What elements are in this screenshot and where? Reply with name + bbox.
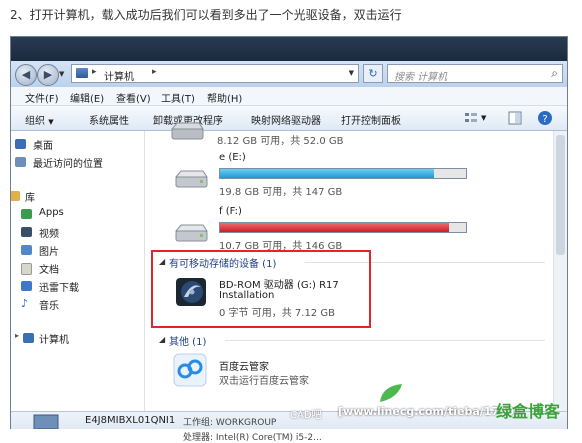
picture-icon: [21, 245, 32, 255]
baidu-cloud-name[interactable]: 百度云管家: [219, 358, 269, 373]
drive-e-usage-fill: [220, 169, 435, 178]
vertical-scrollbar[interactable]: [553, 131, 567, 411]
leaf-logo-icon: [380, 384, 402, 402]
drive-e-space: 19.8 GB 可用，共 147 GB: [219, 187, 343, 198]
highlight-box: [151, 250, 371, 328]
refresh-button[interactable]: ↻: [363, 64, 383, 83]
system-properties-button[interactable]: 系统属性: [89, 112, 129, 127]
nav-apps[interactable]: Apps: [39, 207, 64, 218]
history-dropdown-icon[interactable]: ▼: [59, 70, 64, 78]
desktop-icon: [15, 139, 26, 149]
explorer-window: ◀ ▶ ▼ ▸ 计算机 ▸ ▼ ↻ 搜索 计算机 ⌕ 文件(F) 编辑(E) 查…: [10, 36, 568, 429]
hard-drive-icon[interactable]: [173, 223, 209, 245]
menu-tools[interactable]: 工具(T): [161, 90, 195, 105]
organize-button[interactable]: 组织 ▼: [25, 112, 54, 127]
music-icon: ♪: [21, 297, 29, 310]
workgroup: 工作组: WORKGROUP: [183, 418, 277, 428]
group-collapse-icon[interactable]: ◢: [159, 335, 165, 344]
brand-watermark: 绿盒博客: [496, 402, 561, 421]
menu-edit[interactable]: 编辑(E): [70, 90, 104, 105]
map-network-drive-button[interactable]: 映射网络驱动器: [251, 112, 321, 127]
hard-drive-icon: [170, 122, 204, 140]
nav-videos[interactable]: 视频: [39, 225, 59, 240]
chevron-right-icon[interactable]: ▸: [152, 67, 157, 77]
expand-icon[interactable]: ▸: [15, 331, 19, 340]
nav-music[interactable]: 音乐: [39, 297, 59, 312]
library-icon: [11, 191, 20, 201]
help-icon[interactable]: ?: [537, 110, 553, 126]
baidu-cloud-icon[interactable]: [173, 353, 207, 387]
document-icon: [21, 263, 32, 275]
menu-view[interactable]: 查看(V): [116, 90, 151, 105]
hard-drive-icon[interactable]: [173, 169, 209, 191]
drive-e-name[interactable]: e (E:): [219, 152, 246, 163]
drive-d-space: 8.12 GB 可用，共 52.0 GB: [217, 136, 344, 147]
preview-pane-icon[interactable]: [507, 110, 523, 126]
drive-f-usage-fill: [220, 223, 449, 232]
url-watermark: [www.linecg.com/tieba/1799]: [338, 405, 520, 418]
drive-e-usage-bar: [219, 168, 467, 179]
other-group-header[interactable]: 其他 (1): [169, 333, 206, 348]
nav-desktop[interactable]: 桌面: [33, 137, 53, 152]
breadcrumb-computer[interactable]: 计算机: [104, 68, 134, 83]
group-divider: [225, 340, 545, 341]
thunder-download-icon: [21, 281, 32, 291]
processor-info: 处理器: Intel(R) Core(TM) i5-2...: [183, 433, 322, 443]
video-icon: [21, 227, 32, 237]
forward-button[interactable]: ▶: [37, 64, 59, 86]
nav-thunder[interactable]: 迅雷下载: [39, 279, 79, 294]
nav-recent[interactable]: 最近访问的位置: [33, 155, 103, 170]
navigation-pane: 桌面 最近访问的位置 库 Apps 视频 图片 文档 迅雷下载 ♪ 音乐 ▸ 计…: [11, 131, 145, 429]
drive-f-usage-bar: [219, 222, 467, 233]
menu-file[interactable]: 文件(F): [25, 90, 59, 105]
scrollbar-thumb[interactable]: [556, 135, 565, 255]
apps-icon: [21, 209, 32, 219]
menu-bar: 文件(F) 编辑(E) 查看(V) 工具(T) 帮助(H): [11, 87, 567, 106]
instruction-caption: 2、打开计算机，载入成功后我们可以看到多出了一个光驱设备，双击运行: [10, 8, 402, 22]
drive-f-name[interactable]: f (F:): [219, 206, 242, 217]
address-row: ◀ ▶ ▼ ▸ 计算机 ▸ ▼ ↻ 搜索 计算机 ⌕: [11, 61, 567, 87]
computer-icon: [76, 68, 88, 78]
open-control-panel-button[interactable]: 打开控制面板: [341, 112, 401, 127]
window-titlebar: [11, 37, 567, 61]
svg-text:?: ?: [542, 114, 547, 125]
cad-watermark: CAD吧: [290, 410, 322, 421]
baidu-cloud-desc: 双击运行百度云管家: [219, 376, 309, 387]
nav-pictures[interactable]: 图片: [39, 243, 59, 258]
chevron-right-icon[interactable]: ▸: [92, 67, 97, 77]
computer-icon: [33, 414, 59, 429]
organize-label: 组织: [25, 116, 45, 127]
menu-help[interactable]: 帮助(H): [207, 90, 242, 105]
address-dropdown-icon[interactable]: ▼: [349, 69, 354, 77]
recent-places-icon: [15, 157, 26, 167]
computer-name: E4J8MIBXL01QNI1: [85, 415, 176, 426]
search-input[interactable]: 搜索 计算机 ⌕: [387, 64, 563, 83]
address-bar[interactable]: ▸ 计算机 ▸ ▼: [71, 64, 359, 83]
nav-documents[interactable]: 文档: [39, 261, 59, 276]
back-button[interactable]: ◀: [15, 64, 37, 86]
view-dropdown-icon[interactable]: ▼: [481, 114, 486, 122]
computer-icon: [23, 333, 34, 343]
view-options-icon[interactable]: [463, 110, 479, 126]
search-icon[interactable]: ⌕: [551, 66, 558, 81]
nav-computer[interactable]: 计算机: [39, 331, 69, 346]
command-toolbar: 组织 ▼ 系统属性 卸载或更改程序 映射网络驱动器 打开控制面板 ▼ ?: [11, 106, 567, 131]
nav-libraries[interactable]: 库: [25, 189, 35, 204]
chevron-down-icon: ▼: [48, 118, 54, 126]
search-placeholder: 搜索 计算机: [394, 72, 448, 83]
